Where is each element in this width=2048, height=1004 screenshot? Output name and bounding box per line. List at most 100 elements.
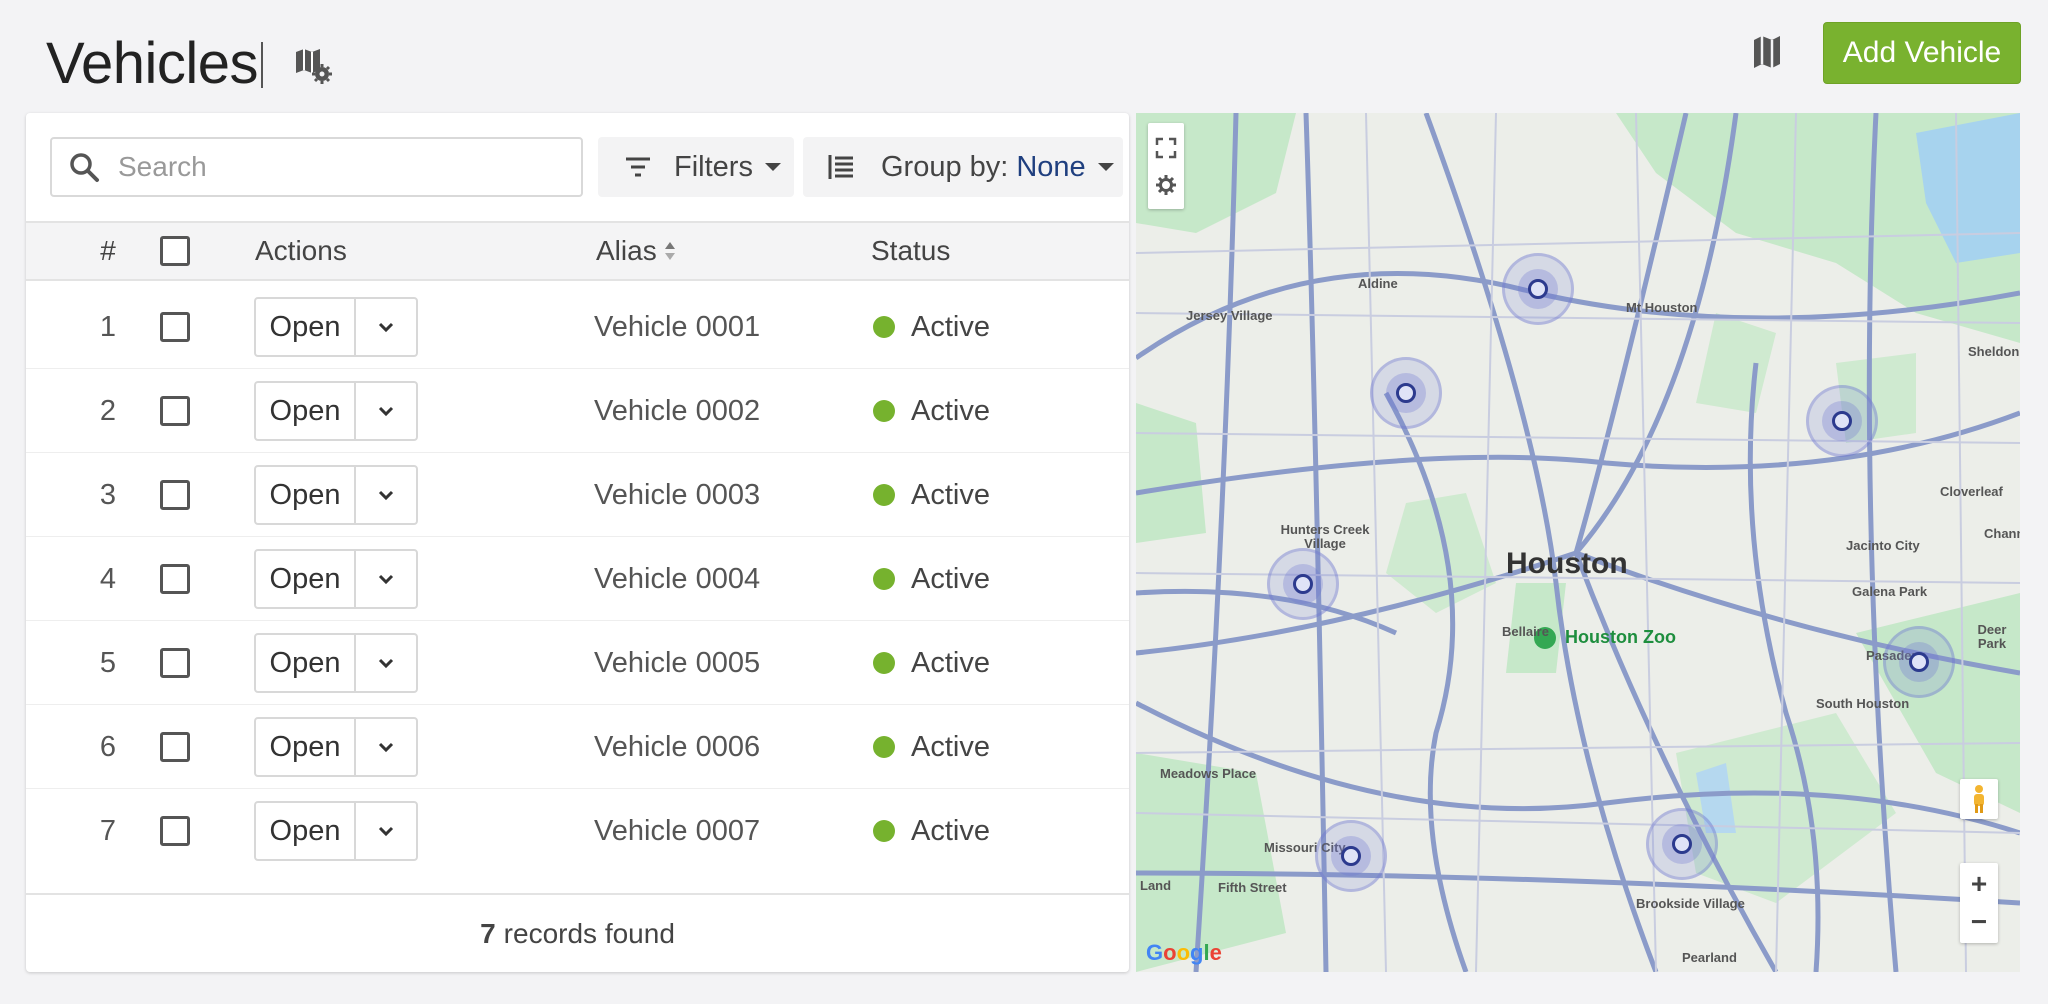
chevron-down-icon — [378, 574, 394, 585]
map-control-group — [1148, 123, 1184, 209]
open-button[interactable]: Open — [256, 467, 356, 523]
map-panel[interactable]: + − Houston Houston Zoo Aldine Jersey Vi… — [1136, 113, 2020, 972]
vehicle-marker[interactable] — [1370, 357, 1442, 429]
map-place-label: Brookside Village — [1636, 896, 1745, 911]
page-title: Vehicles — [46, 31, 259, 96]
row-number: 5 — [99, 646, 117, 679]
actions-dropdown-button[interactable] — [356, 551, 416, 607]
filters-button[interactable]: Filters — [598, 137, 794, 197]
open-button[interactable]: Open — [256, 635, 356, 691]
map-place-label: Aldine — [1358, 276, 1398, 291]
row-status: Active — [873, 705, 990, 789]
records-label: records found — [503, 917, 675, 949]
select-all-cell — [160, 223, 190, 279]
gear-icon[interactable] — [1155, 174, 1177, 196]
row-alias: Vehicle 0006 — [594, 730, 761, 763]
row-number: 1 — [99, 310, 117, 343]
actions-dropdown-button[interactable] — [356, 383, 416, 439]
map-place-label: Cloverleaf — [1940, 484, 2003, 499]
actions-dropdown-button[interactable] — [356, 467, 416, 523]
open-button[interactable]: Open — [256, 299, 356, 355]
vehicle-marker[interactable] — [1883, 626, 1955, 698]
map-place-label: Pearland — [1682, 950, 1737, 965]
map-toggle-button[interactable] — [1744, 32, 1792, 76]
search-field[interactable] — [50, 137, 583, 197]
status-dot-icon — [873, 400, 895, 422]
chevron-down-icon — [378, 322, 394, 333]
row-checkbox[interactable] — [160, 564, 190, 594]
row-checkbox[interactable] — [160, 480, 190, 510]
group-list-icon — [828, 155, 853, 179]
row-checkbox[interactable] — [160, 396, 190, 426]
row-alias: Vehicle 0003 — [594, 478, 761, 511]
table-row: 4 Open Vehicle 0004 Active — [26, 537, 1129, 621]
row-status: Active — [873, 369, 990, 453]
map-place-label: Fifth Street — [1218, 880, 1287, 895]
chevron-down-icon — [378, 658, 394, 669]
map-place-label: Galena Park — [1852, 584, 1928, 599]
table-row: 6 Open Vehicle 0006 Active — [26, 705, 1129, 789]
add-vehicle-button[interactable]: Add Vehicle — [1823, 22, 2021, 84]
table-footer: 7 records found — [26, 893, 1129, 972]
select-all-checkbox[interactable] — [160, 236, 190, 266]
status-dot-icon — [873, 652, 895, 674]
column-number: # — [100, 235, 116, 266]
row-checkbox[interactable] — [160, 816, 190, 846]
vehicle-marker[interactable] — [1502, 253, 1574, 325]
status-dot-icon — [873, 820, 895, 842]
open-button[interactable]: Open — [256, 803, 356, 859]
row-number: 6 — [99, 730, 117, 763]
chevron-down-icon — [378, 406, 394, 417]
zoo-label-text: Houston Zoo — [1565, 627, 1676, 647]
vehicles-panel: Filters Group by: None # Actions Alias S… — [26, 113, 1129, 972]
row-checkbox[interactable] — [160, 312, 190, 342]
actions-dropdown-button[interactable] — [356, 719, 416, 775]
column-status: Status — [871, 235, 951, 266]
column-alias[interactable]: Alias — [596, 223, 677, 279]
map-place-label: Channelview — [1984, 526, 2020, 541]
table-row: 5 Open Vehicle 0005 Active — [26, 621, 1129, 705]
open-button[interactable]: Open — [256, 383, 356, 439]
row-alias: Vehicle 0005 — [594, 646, 761, 679]
vehicle-marker[interactable] — [1315, 820, 1387, 892]
status-dot-icon — [873, 568, 895, 590]
google-logo: Google — [1146, 940, 1222, 965]
vehicle-marker[interactable] — [1806, 385, 1878, 457]
status-label: Active — [911, 646, 990, 679]
chevron-down-icon — [764, 163, 781, 171]
pegman-button[interactable] — [1960, 779, 1998, 819]
fullscreen-icon[interactable] — [1154, 136, 1178, 160]
row-alias: Vehicle 0007 — [594, 814, 761, 847]
row-checkbox[interactable] — [160, 732, 190, 762]
table-row: 1 Open Vehicle 0001 Active — [26, 285, 1129, 369]
chevron-down-icon — [378, 742, 394, 753]
map-icon — [1754, 36, 1780, 68]
open-button[interactable]: Open — [256, 551, 356, 607]
map-place-label: South Houston — [1816, 696, 1910, 711]
row-checkbox[interactable] — [160, 648, 190, 678]
status-label: Active — [911, 730, 990, 763]
actions-dropdown-button[interactable] — [356, 635, 416, 691]
zoom-out-button[interactable]: − — [1971, 903, 1987, 941]
row-status: Active — [873, 789, 990, 873]
actions-dropdown-button[interactable] — [356, 299, 416, 355]
zoom-controls: + − — [1960, 863, 1998, 943]
row-alias: Vehicle 0004 — [594, 562, 761, 595]
group-by-dropdown[interactable]: Group by: None — [803, 137, 1123, 197]
vehicle-marker[interactable] — [1646, 808, 1718, 880]
open-button[interactable]: Open — [256, 719, 356, 775]
zoom-in-button[interactable]: + — [1971, 865, 1987, 903]
actions-dropdown-button[interactable] — [356, 803, 416, 859]
pegman-icon — [1974, 785, 1984, 813]
status-dot-icon — [873, 484, 895, 506]
records-count: 7 — [480, 917, 496, 949]
column-actions: Actions — [255, 235, 347, 266]
vehicle-marker[interactable] — [1267, 548, 1339, 620]
search-input[interactable] — [118, 151, 538, 183]
filters-label: Filters — [674, 150, 753, 183]
row-actions: Open — [254, 297, 418, 357]
map-settings-button[interactable] — [290, 44, 338, 88]
chevron-down-icon — [1097, 163, 1114, 171]
row-status: Active — [873, 621, 990, 705]
row-status: Active — [873, 537, 990, 621]
